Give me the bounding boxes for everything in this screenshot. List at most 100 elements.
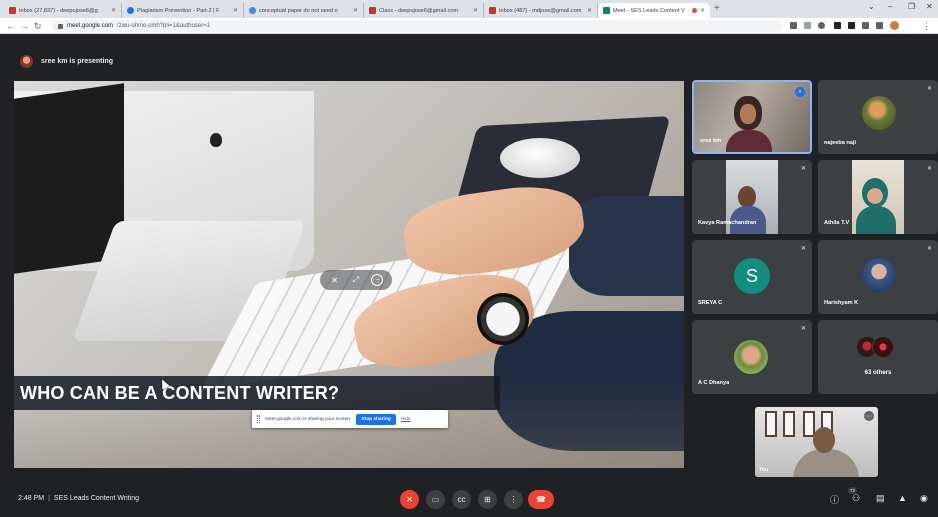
participant-tile[interactable]: S ✕ SREYA C [692, 240, 812, 314]
meet-icon [603, 7, 610, 14]
presenting-label: sree km is presenting [41, 57, 113, 65]
extension-icon[interactable] [834, 22, 841, 29]
back-arrow-icon[interactable]: ← [6, 20, 15, 32]
browser-tab[interactable]: Class - deepujose6@gmail.com ✕ [364, 3, 484, 18]
close-icon[interactable]: ✕ [353, 7, 358, 14]
participant-name: Harishyam K [824, 300, 859, 306]
self-video-feed [803, 411, 815, 437]
slide-image [477, 293, 529, 345]
self-label: You [759, 467, 769, 473]
info-icon[interactable]: ⓘ [830, 493, 839, 506]
profile-avatar[interactable] [890, 21, 899, 30]
participant-tile[interactable]: ✕ A C Dhanya [692, 320, 812, 394]
hide-button[interactable]: Hide [401, 417, 411, 422]
browser-tab[interactable]: Inbox (27,837) - deepujose6@g ✕ [4, 3, 122, 18]
people-icon[interactable]: ⚇ [852, 493, 860, 504]
reload-icon[interactable]: ↻ [34, 20, 42, 32]
gmail-icon [369, 7, 376, 14]
mic-off-icon: ✕ [926, 86, 932, 92]
avatar [862, 96, 896, 130]
tab-title: Meet - SES Leads Content V [613, 7, 685, 14]
participant-name: A C Dhanya [698, 380, 730, 386]
close-icon[interactable]: ✕ [111, 7, 116, 14]
security-shield-icon[interactable]: ◉ [920, 493, 928, 504]
share-icon[interactable] [804, 22, 811, 29]
divider: | [48, 495, 50, 502]
camera-button[interactable]: ▭ [426, 490, 445, 509]
self-view-tile[interactable]: You ⋯ [755, 407, 878, 477]
slide-caption: WHO CAN BE A CONTENT WRITER? [14, 376, 500, 410]
tab-title: Inbox (487) - mdjose@gmail.com [499, 7, 582, 14]
mic-off-icon: ✕ [926, 166, 932, 172]
more-options-button[interactable]: ⋮ [504, 490, 523, 509]
browser-tab[interactable]: Inbox (487) - mdjose@gmail.com ✕ [484, 3, 598, 18]
drag-handle-icon[interactable] [257, 415, 260, 423]
self-video-feed [765, 411, 777, 437]
star-icon[interactable] [818, 22, 825, 29]
participant-tile[interactable]: ✕ Kavya Ramachandran [692, 160, 812, 234]
recording-icon [691, 8, 697, 13]
tab-title: Plagiarism Prevention - Part-2 | F [137, 7, 220, 14]
screen-share-banner: meet.google.com is sharing your screen. … [252, 410, 448, 428]
fullscreen-icon[interactable]: ⤢ [350, 274, 362, 286]
close-window-button[interactable]: ✕ [926, 2, 933, 11]
clock-time: 2:48 PM [18, 495, 45, 502]
chat-icon[interactable]: ▤ [876, 493, 885, 504]
more-options-icon[interactable]: ⋯ [864, 411, 874, 421]
tab-title: Inbox (27,837) - deepujose6@g [19, 7, 98, 14]
participant-tile[interactable]: ✕ Athila T.V [818, 160, 938, 234]
browser-tab[interactable]: Plagiarism Prevention - Part-2 | F ✕ [122, 3, 244, 18]
mic-off-button[interactable]: ✕ [400, 490, 419, 509]
tab-title: conceptual paper do not need o [259, 7, 338, 14]
minimize-button[interactable]: – [888, 2, 892, 11]
close-icon[interactable]: ✕ [700, 7, 705, 14]
self-video-feed [813, 427, 835, 453]
meeting-name: SES Leads Content Writing [53, 495, 139, 502]
avatar [872, 336, 894, 358]
close-icon[interactable]: ✕ [587, 7, 592, 14]
close-icon[interactable]: ✕ [473, 7, 478, 14]
participant-tile[interactable]: ✕ najeeba naji [818, 80, 938, 154]
more-vert-icon[interactable]: ⋮ [922, 20, 931, 32]
restore-button[interactable]: ❐ [908, 2, 915, 11]
url-field[interactable]: meet.google.com/zwu-ohmo-cmh?pli=1&authu… [52, 20, 782, 32]
new-tab-button[interactable]: + [714, 3, 720, 15]
captions-button[interactable]: cc [452, 490, 471, 509]
self-video-feed [783, 411, 795, 437]
close-icon[interactable]: ✕ [233, 7, 238, 14]
participant-name: najeeba naji [824, 140, 857, 146]
others-tile[interactable]: 63 others [818, 320, 938, 394]
audio-level-icon: ıı [795, 87, 805, 97]
camera-icon[interactable] [790, 22, 797, 29]
activities-icon[interactable]: ▲ [898, 493, 907, 503]
participant-tile[interactable]: ıı sree km [692, 80, 812, 154]
stop-sharing-button[interactable]: Stop sharing [356, 413, 396, 425]
leave-call-button[interactable]: ☎ [528, 490, 554, 509]
browser-tab[interactable]: conceptual paper do not need o ✕ [244, 3, 364, 18]
lock-icon [58, 23, 63, 29]
url-path: /zwu-ohmo-cmh?pli=1&authuser=1 [117, 23, 211, 29]
participant-name: Athila T.V [824, 220, 850, 226]
present-screen-button[interactable]: ⊞ [478, 490, 497, 509]
slide-image [210, 133, 222, 147]
tab-title: Class - deepujose6@gmail.com [379, 7, 459, 14]
participant-video [862, 178, 888, 208]
chevron-down-icon[interactable]: ⌄ [868, 2, 875, 11]
remove-icon[interactable]: − [371, 274, 384, 286]
participant-tile[interactable]: ✕ Harishyam K [818, 240, 938, 314]
slide-image [500, 138, 580, 178]
circle-logo-icon [127, 7, 134, 14]
participant-name: sree km [700, 138, 722, 144]
menu-list-icon[interactable] [862, 22, 869, 29]
browser-tab-bar: Inbox (27,837) - deepujose6@g ✕ Plagiari… [0, 0, 938, 18]
forward-arrow-icon[interactable]: → [20, 20, 29, 32]
profile-manager-icon[interactable] [848, 22, 855, 29]
participant-name: SREYA C [698, 300, 723, 306]
sidebar-icon[interactable] [876, 22, 883, 29]
mic-off-icon[interactable]: ✕ [329, 274, 341, 286]
avatar [20, 54, 33, 68]
browser-tab-active[interactable]: Meet - SES Leads Content V ✕ [598, 3, 710, 18]
avatar: S [734, 258, 770, 294]
presenter-banner: sree km is presenting [0, 50, 938, 72]
avatar-group [856, 334, 902, 360]
